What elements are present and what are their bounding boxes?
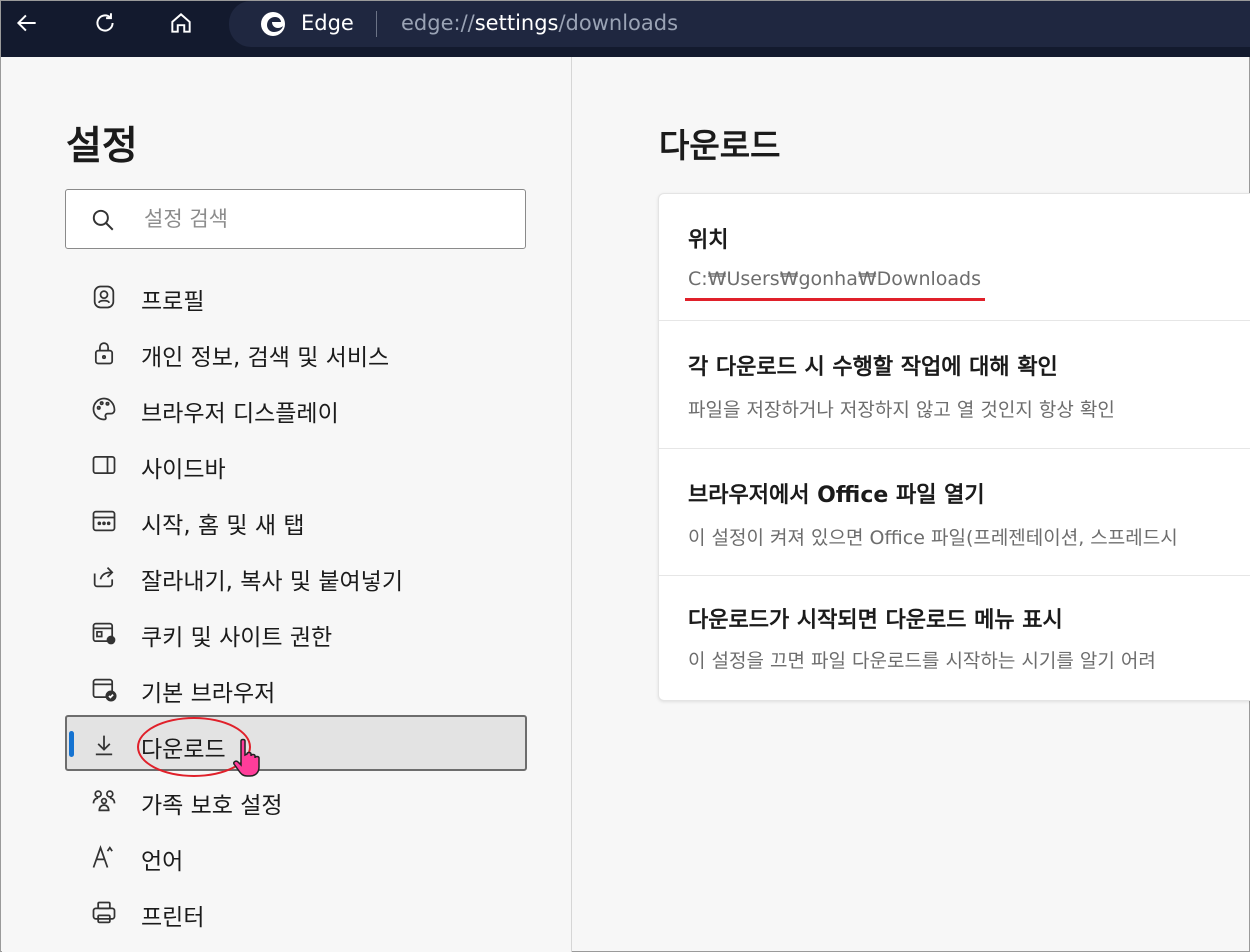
language-icon [89,842,119,872]
search-box[interactable] [65,189,526,249]
sidebar-item-sidebar[interactable]: 사이드바 [65,435,527,491]
url-host: settings [474,11,559,35]
sidebar-item-default-browser[interactable]: 기본 브라우저 [65,659,527,715]
sidebar-item-privacy[interactable]: 개인 정보, 검색 및 서비스 [65,323,527,379]
start-page-icon [89,506,119,536]
sidebar-item-downloads[interactable]: 다운로드 [65,715,527,777]
address-separator [376,11,377,37]
sidebar-item-label: 시작, 홈 및 새 탭 [141,513,305,539]
sidebar-item-language[interactable]: 언어 [65,827,527,883]
url-prefix: edge:// [401,11,475,35]
annotation-underline [685,298,985,301]
browser-toolbar: Edge edge://settings/downloads [1,1,1250,57]
home-button[interactable] [163,5,199,41]
setting-title: 다운로드가 시작되면 다운로드 메뉴 표시 [688,608,1063,633]
sidebar-item-label: 프린터 [141,905,205,931]
sidebar-item-label: 언어 [141,849,184,875]
refresh-icon [96,13,114,32]
browser-name: Edge [301,11,354,35]
settings-menu: 프로필 개인 정보, 검색 및 서비스 브라우저 디스플레이 사이드바 시작, … [65,267,527,939]
setting-description: 이 설정이 켜져 있으면 Office 파일(프레젠테이션, 스프레드시 [688,527,1178,549]
sidebar-item-label: 개인 정보, 검색 및 서비스 [141,345,390,371]
setting-description: 이 설정을 끄면 파일 다운로드를 시작하는 시기를 알기 어려 [688,650,1156,672]
sidebar-item-label: 기본 브라우저 [141,681,276,707]
address-bar[interactable]: Edge edge://settings/downloads [229,1,1250,47]
setting-row-location[interactable]: 위치 C:₩Users₩gonha₩Downloads [659,194,1250,321]
download-path: C:₩Users₩gonha₩Downloads [688,268,981,290]
back-arrow-icon [16,14,36,32]
sidebar-item-copy-paste[interactable]: 잘라내기, 복사 및 붙여넣기 [65,547,527,603]
sidebar-item-label: 가족 보호 설정 [141,793,283,819]
lock-icon [89,338,119,368]
sidebar-item-printers[interactable]: 프린터 [65,883,527,939]
setting-description: 파일을 저장하거나 저장하지 않고 열 것인지 항상 확인 [688,399,1115,421]
settings-sidebar: 설정 프로필 개인 정보, 검색 및 서비스 브라우저 디스플레이 [2,57,571,952]
family-icon [89,786,119,816]
sidebar-item-profile[interactable]: 프로필 [65,267,527,323]
profile-icon [89,282,119,312]
sidebar-item-start-home[interactable]: 시작, 홈 및 새 탭 [65,491,527,547]
setting-title: 각 다운로드 시 수행할 작업에 대해 확인 [688,355,1058,380]
cookie-settings-icon [89,618,119,648]
sidebar-item-label: 브라우저 디스플레이 [141,401,339,427]
default-browser-icon [89,674,119,704]
palette-icon [89,394,119,424]
setting-title: 브라우저에서 Office 파일 열기 [688,483,985,508]
setting-row-show-menu[interactable]: 다운로드가 시작되면 다운로드 메뉴 표시 이 설정을 끄면 파일 다운로드를 … [659,576,1250,700]
setting-title: 위치 [688,228,729,253]
share-icon [89,562,119,592]
sidebar-item-label: 쿠키 및 사이트 권한 [141,625,333,651]
refresh-button[interactable] [87,5,123,41]
download-icon [89,730,119,760]
url-text[interactable]: edge://settings/downloads [401,11,678,35]
sidebar-icon [89,450,119,480]
search-input[interactable] [144,200,504,238]
home-icon [171,13,191,33]
downloads-settings-card: 위치 C:₩Users₩gonha₩Downloads 각 다운로드 시 수행할… [658,193,1250,701]
sidebar-item-cookies[interactable]: 쿠키 및 사이트 권한 [65,603,527,659]
edge-logo-icon [261,12,285,36]
sidebar-item-label: 잘라내기, 복사 및 붙여넣기 [141,569,404,595]
url-path: /downloads [558,11,679,35]
sidebar-item-label: 프로필 [141,289,205,315]
page-title: 설정 [66,124,138,169]
setting-row-ask-action[interactable]: 각 다운로드 시 수행할 작업에 대해 확인 파일을 저장하거나 저장하지 않고… [659,321,1250,449]
setting-row-office-files[interactable]: 브라우저에서 Office 파일 열기 이 설정이 켜져 있으면 Office … [659,449,1250,576]
back-button[interactable] [9,5,45,41]
printer-icon [89,898,119,928]
sidebar-item-label: 사이드바 [141,457,226,483]
search-icon [92,209,114,231]
section-title: 다운로드 [659,126,781,165]
sidebar-item-appearance[interactable]: 브라우저 디스플레이 [65,379,527,435]
sidebar-item-family[interactable]: 가족 보호 설정 [65,771,527,827]
sidebar-divider [571,57,572,952]
